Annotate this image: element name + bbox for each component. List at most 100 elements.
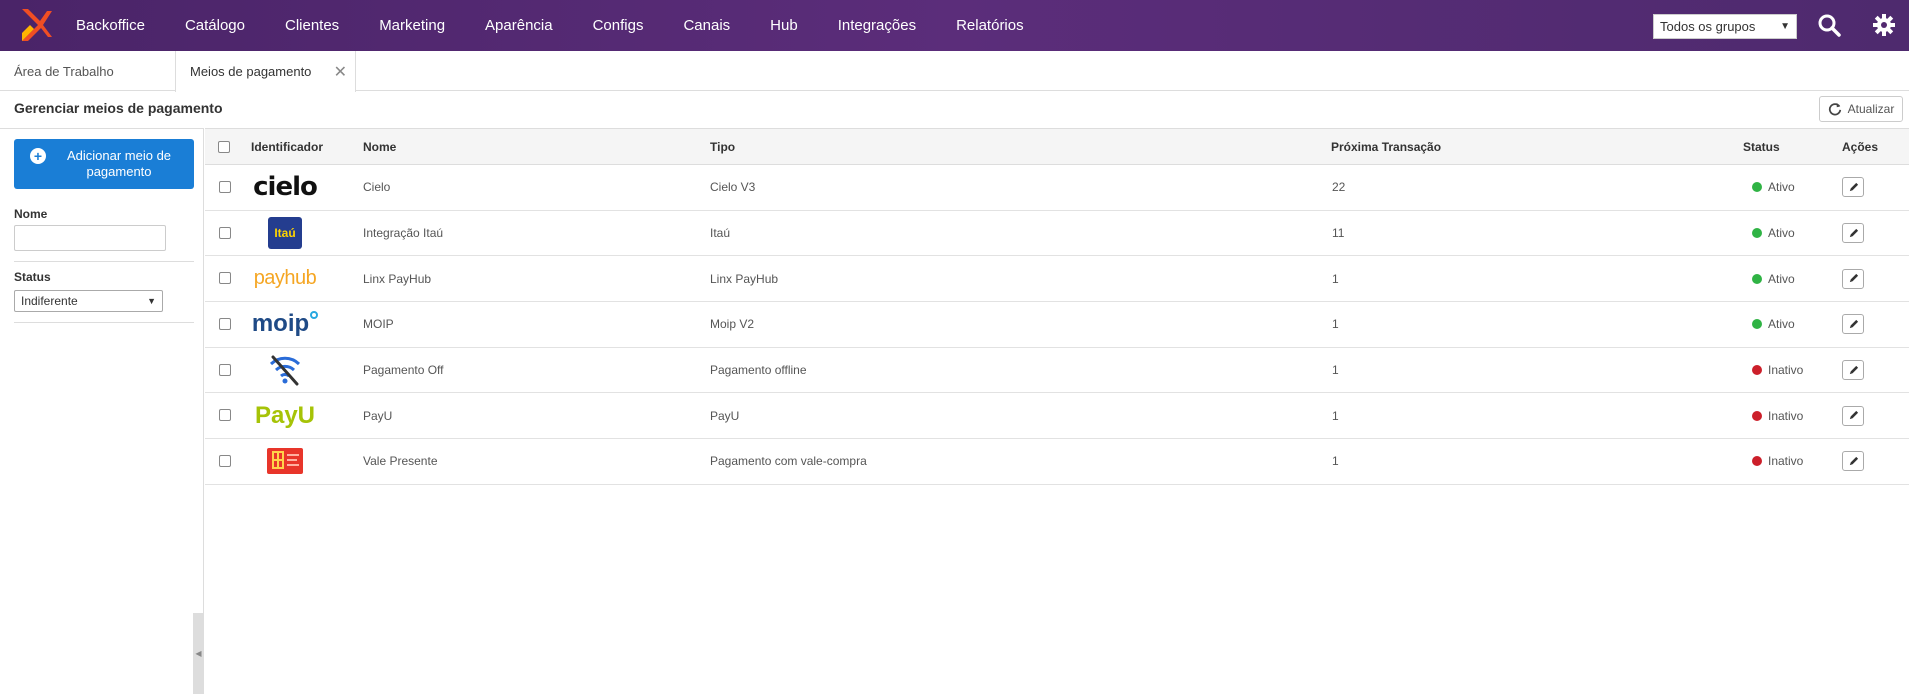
table-row[interactable]: cielo Cielo Cielo V3 22 Ativo: [205, 165, 1909, 211]
moip-logo-text: moip: [251, 310, 310, 338]
itau-logo-icon: Itaú: [249, 216, 321, 250]
status-inactive-dot-icon: [1752, 456, 1762, 467]
row-name: MOIP: [363, 317, 394, 332]
row-type: Pagamento offline: [710, 363, 807, 378]
row-name: Pagamento Off: [363, 363, 444, 378]
row-next-transaction: 1: [1332, 271, 1339, 286]
status-badge: Inativo: [1752, 363, 1803, 377]
row-next-transaction: 1: [1332, 363, 1339, 378]
tab-label: Meios de pagamento: [190, 64, 312, 79]
row-next-transaction: 22: [1332, 180, 1346, 195]
row-type: Pagamento com vale-compra: [710, 454, 867, 469]
col-nome[interactable]: Nome: [363, 140, 396, 154]
nav-aparencia[interactable]: Aparência: [465, 17, 573, 34]
row-next-transaction: 11: [1332, 226, 1345, 241]
wifi-off-icon: [249, 353, 321, 387]
col-proxima-transacao[interactable]: Próxima Transação: [1331, 140, 1441, 154]
pencil-icon: [1849, 456, 1858, 466]
edit-button[interactable]: [1842, 405, 1864, 426]
row-next-transaction: 1: [1332, 408, 1339, 423]
row-type: Moip V2: [710, 317, 755, 332]
row-checkbox[interactable]: [219, 455, 231, 468]
row-type: Itaú: [710, 226, 731, 241]
row-name: Integração Itaú: [363, 226, 444, 241]
sidebar-divider: [14, 261, 194, 262]
nav-marketing[interactable]: Marketing: [359, 17, 465, 34]
row-name: Linx PayHub: [363, 271, 432, 286]
add-payment-method-button[interactable]: + Adicionar meio de pagamento: [14, 139, 194, 189]
linx-logo-icon[interactable]: [18, 7, 52, 43]
edit-button[interactable]: [1842, 451, 1864, 472]
payu-logo-icon: PayU: [249, 399, 321, 433]
status-filter-value: Indiferente: [21, 294, 78, 308]
sidebar-divider: [14, 322, 194, 323]
edit-button[interactable]: [1842, 314, 1864, 335]
tab-bar: Área de Trabalho Meios de pagamento ✕: [0, 51, 1909, 92]
name-filter-input[interactable]: [14, 225, 166, 251]
status-active-dot-icon: [1752, 319, 1762, 330]
row-checkbox[interactable]: [219, 272, 231, 285]
nav-backoffice[interactable]: Backoffice: [56, 17, 165, 34]
itau-logo-text: Itaú: [274, 226, 296, 241]
nav-clientes[interactable]: Clientes: [265, 17, 359, 34]
table-row[interactable]: moip MOIP Moip V2 1 Ativo: [205, 302, 1909, 348]
col-tipo[interactable]: Tipo: [710, 140, 735, 154]
nav-configs[interactable]: Configs: [573, 17, 664, 34]
table-row[interactable]: payhub Linx PayHub Linx PayHub 1 Ativo: [205, 256, 1909, 303]
pencil-icon: [1849, 365, 1858, 374]
gear-icon[interactable]: [1872, 13, 1896, 37]
edit-button[interactable]: [1842, 360, 1864, 381]
pencil-icon: [1849, 182, 1858, 192]
select-all-checkbox[interactable]: [218, 141, 230, 153]
table-row[interactable]: PayU PayU PayU 1 Inativo: [205, 393, 1909, 440]
row-next-transaction: 1: [1332, 317, 1339, 332]
pencil-icon: [1849, 411, 1858, 420]
row-checkbox[interactable]: [219, 318, 231, 331]
table-row[interactable]: Pagamento Off Pagamento offline 1 Inativ…: [205, 348, 1909, 394]
row-checkbox[interactable]: [219, 226, 231, 239]
name-filter-label: Nome: [14, 207, 48, 221]
nav-canais[interactable]: Canais: [663, 17, 750, 34]
edit-button[interactable]: [1842, 268, 1864, 289]
refresh-icon: [1828, 102, 1841, 116]
status-badge: Ativo: [1752, 272, 1795, 286]
collapse-sidebar-handle[interactable]: ◀: [193, 613, 204, 694]
status-filter-select[interactable]: Indiferente ▼: [14, 290, 163, 312]
nav-integracoes[interactable]: Integrações: [818, 17, 936, 34]
status-label: Ativo: [1768, 271, 1795, 286]
nav-hub[interactable]: Hub: [750, 17, 818, 34]
refresh-label: Atualizar: [1847, 102, 1895, 116]
top-navbar: Backoffice Catálogo Clientes Marketing A…: [0, 0, 1909, 51]
row-checkbox[interactable]: [219, 181, 231, 193]
status-badge: Inativo: [1752, 409, 1803, 423]
tab-meios-de-pagamento[interactable]: Meios de pagamento ✕: [175, 51, 356, 92]
table-row[interactable]: Itaú Integração Itaú Itaú 11 Ativo: [205, 211, 1909, 257]
col-status[interactable]: Status: [1743, 140, 1780, 154]
col-identificador[interactable]: Identificador: [251, 140, 323, 154]
refresh-button[interactable]: Atualizar: [1819, 96, 1903, 122]
payment-methods-table: Identificador Nome Tipo Próxima Transaçã…: [205, 128, 1909, 485]
status-label: Ativo: [1768, 226, 1795, 241]
status-active-dot-icon: [1752, 273, 1762, 284]
search-icon[interactable]: [1817, 13, 1841, 37]
nav-relatorios[interactable]: Relatórios: [936, 17, 1044, 34]
moip-logo-icon: moip: [249, 307, 321, 341]
status-label: Inativo: [1768, 363, 1804, 378]
status-badge: Ativo: [1752, 180, 1795, 194]
filter-sidebar: + Adicionar meio de pagamento Nome Statu…: [0, 128, 204, 694]
tab-area-de-trabalho[interactable]: Área de Trabalho: [14, 51, 174, 91]
edit-button[interactable]: [1842, 223, 1864, 244]
nav-catalogo[interactable]: Catálogo: [165, 17, 265, 34]
table-row[interactable]: Vale Presente Pagamento com vale-compra …: [205, 439, 1909, 485]
payu-logo-text: PayU: [254, 401, 316, 429]
group-select-value: Todos os grupos: [1660, 19, 1756, 34]
close-icon[interactable]: ✕: [334, 62, 347, 82]
group-select[interactable]: Todos os grupos ▼: [1653, 14, 1797, 39]
row-checkbox[interactable]: [219, 409, 231, 422]
chevron-down-icon: ▼: [1780, 21, 1790, 32]
status-label: Inativo: [1768, 454, 1804, 469]
row-checkbox[interactable]: [219, 363, 231, 376]
row-name: PayU: [363, 408, 393, 423]
status-label: Inativo: [1768, 408, 1804, 423]
edit-button[interactable]: [1842, 177, 1864, 198]
